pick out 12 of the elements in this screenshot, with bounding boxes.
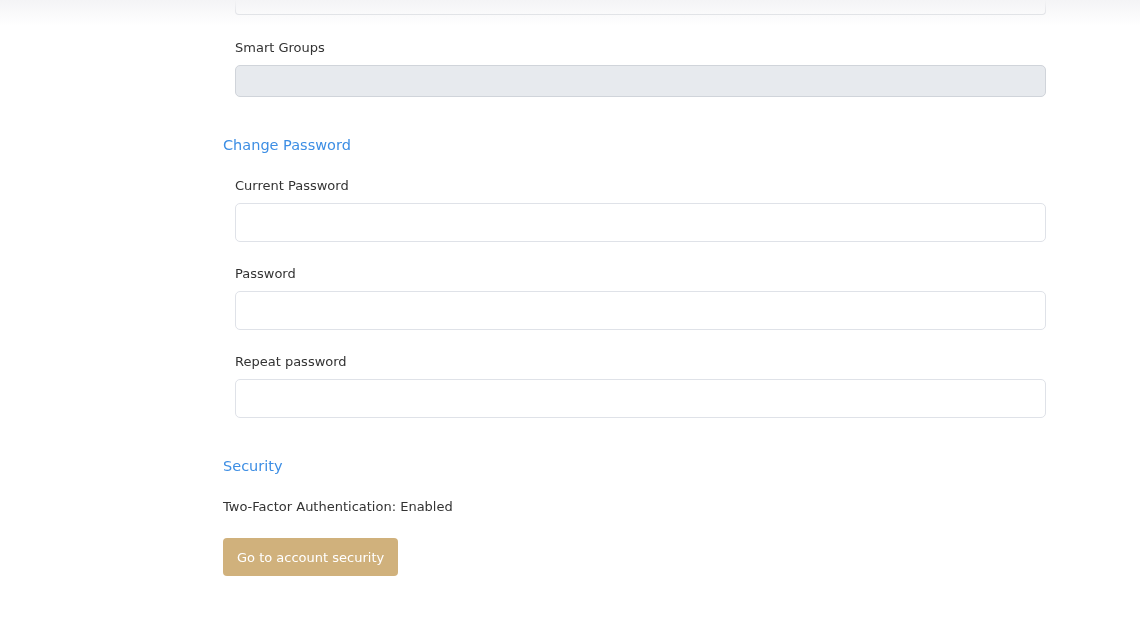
- select-field[interactable]: [235, 0, 1046, 15]
- field-label: Smart Groups: [235, 39, 326, 56]
- text-field[interactable]: [235, 379, 1046, 418]
- account-security-button[interactable]: Go to account security: [223, 538, 399, 576]
- section-heading: Change Password: [223, 136, 352, 155]
- field-label: Current Password: [235, 177, 350, 194]
- text-field[interactable]: [235, 291, 1046, 330]
- field-label: Repeat password: [235, 353, 348, 370]
- status-text: Two-Factor Authentication: Enabled: [223, 498, 454, 516]
- field-label: Password: [235, 265, 297, 282]
- text-field[interactable]: [235, 203, 1046, 242]
- section-heading: Security: [223, 457, 284, 476]
